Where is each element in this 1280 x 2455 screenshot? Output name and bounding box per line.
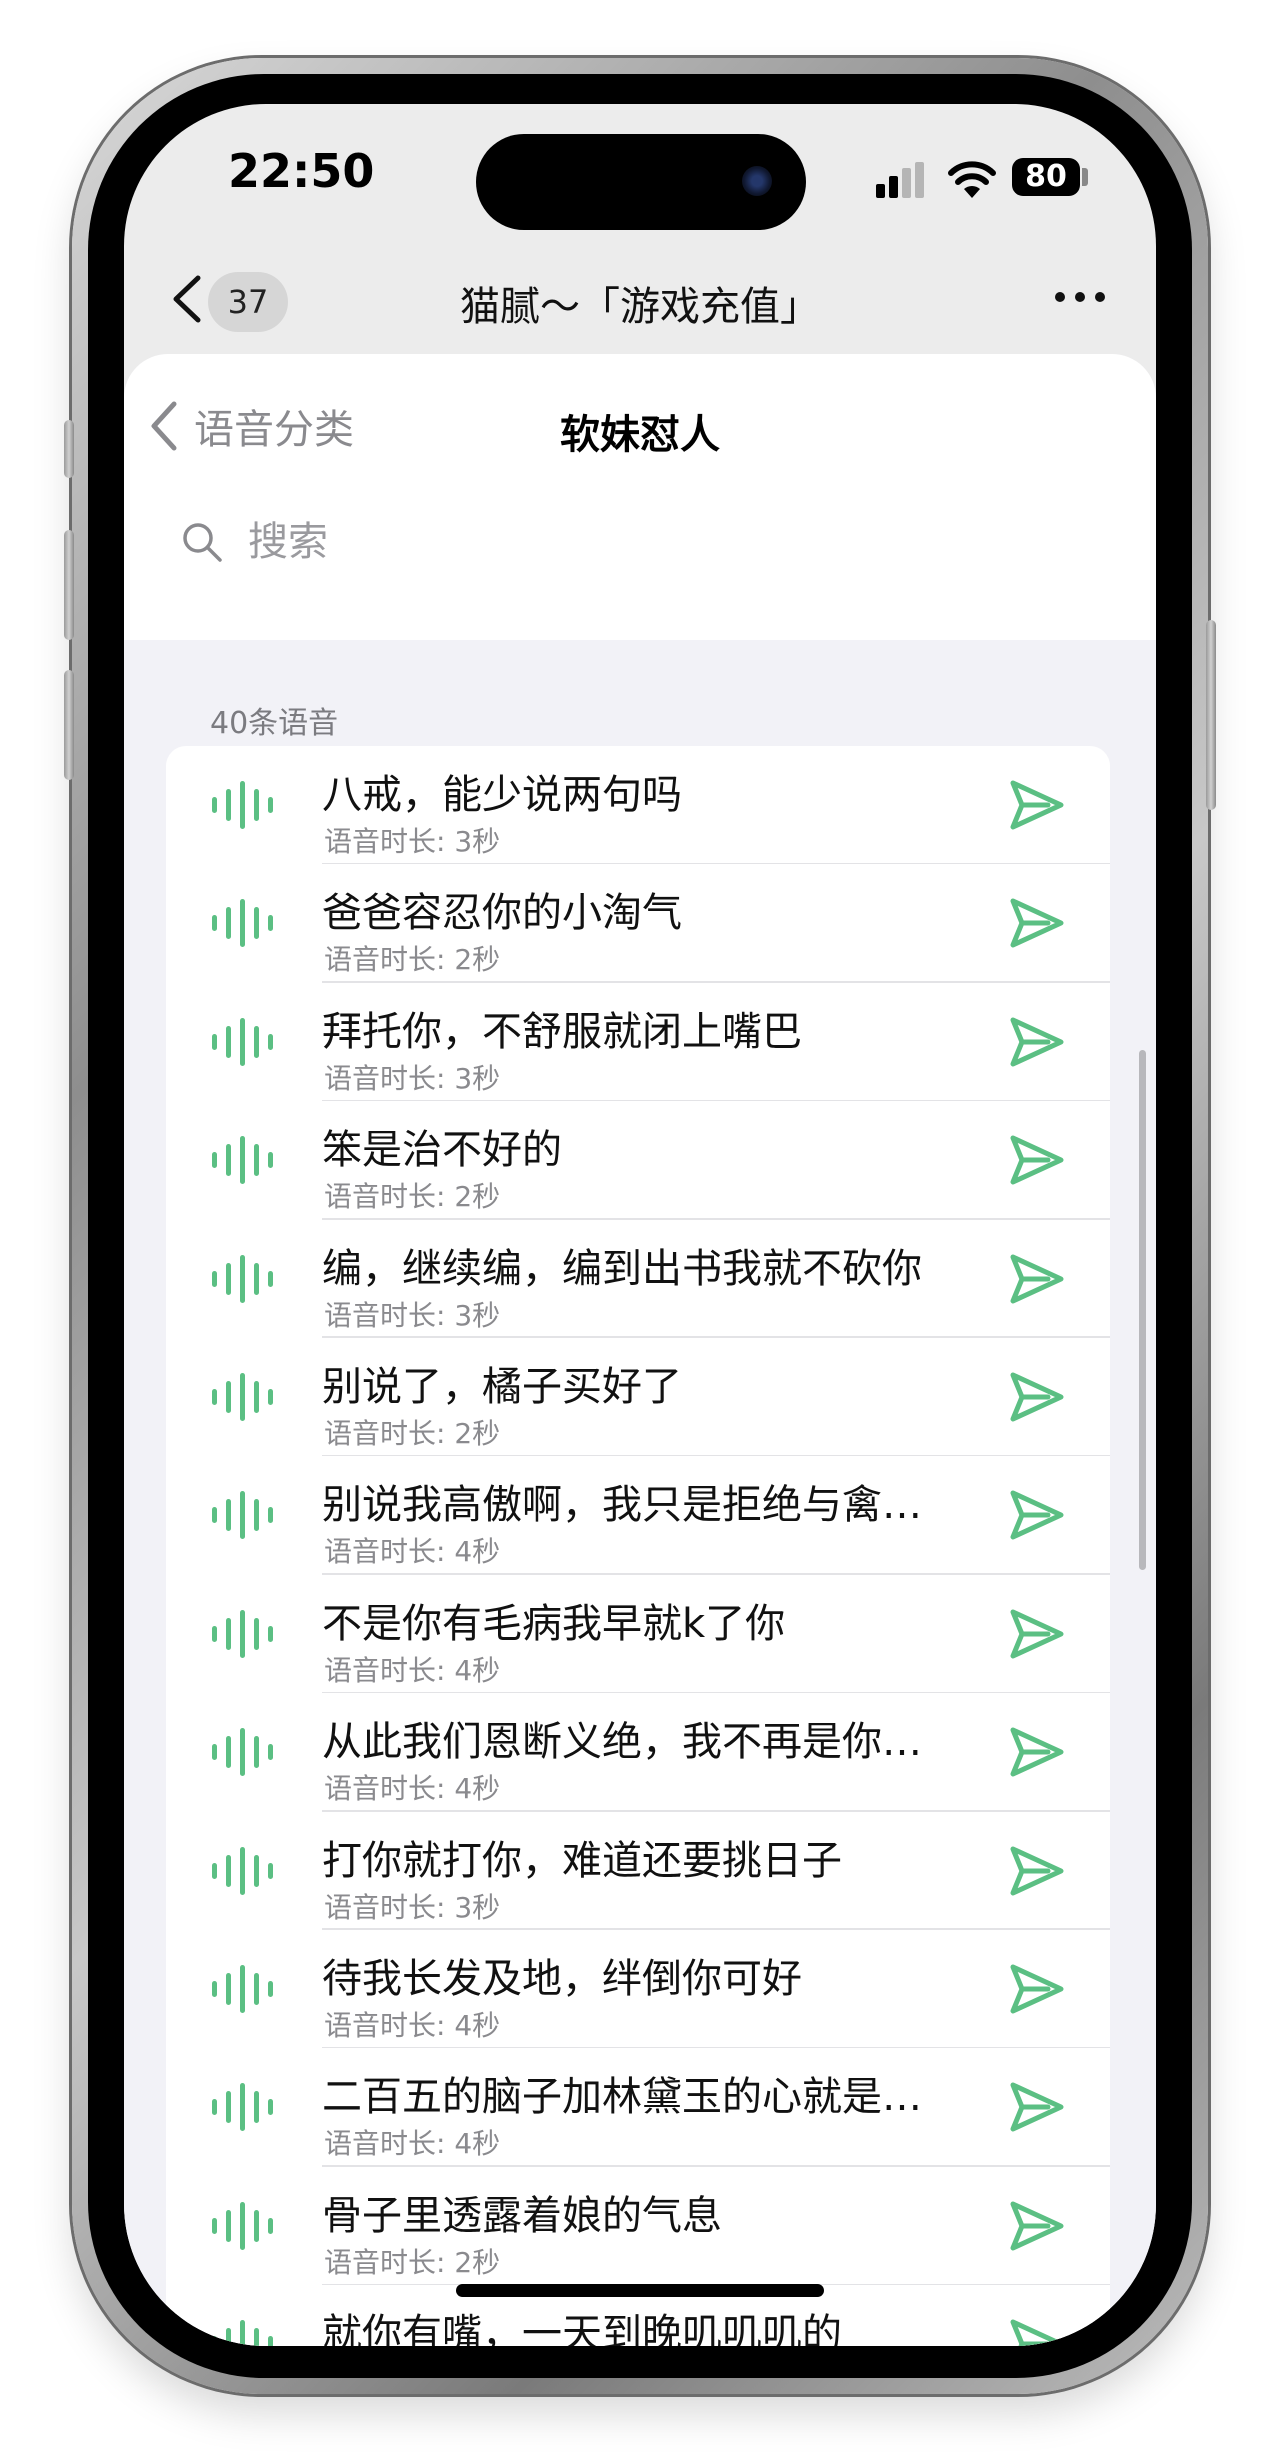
- battery-icon: 80: [1012, 158, 1080, 196]
- voice-list-item[interactable]: 八戒，能少说两句吗 语音时长: 3秒: [166, 746, 1110, 865]
- voice-duration: 语音时长: 3秒: [324, 1298, 501, 1332]
- voice-wave-icon[interactable]: [210, 1964, 274, 2014]
- sheet-header: 语音分类 软妹怼人: [124, 354, 1156, 640]
- voice-wave-icon[interactable]: [210, 1609, 274, 1659]
- voice-count-label: 40条语音: [210, 706, 339, 741]
- voice-wave-icon[interactable]: [210, 1254, 274, 1304]
- send-icon[interactable]: [1008, 2080, 1066, 2134]
- voice-duration: 语音时长: 2秒: [324, 1180, 501, 1214]
- voice-wave-icon[interactable]: [210, 2319, 274, 2346]
- voice-duration: 语音时长: 4秒: [324, 1653, 501, 1687]
- voice-list-item[interactable]: 打你就打你，难道还要挑日子 语音时长: 3秒: [166, 1812, 1110, 1930]
- send-icon[interactable]: [1008, 1252, 1066, 1306]
- power-button: [1206, 620, 1216, 810]
- send-icon[interactable]: [1008, 2199, 1066, 2253]
- send-icon[interactable]: [1008, 1133, 1066, 1187]
- voice-duration: 语音时长: 3秒: [324, 1061, 501, 1095]
- voice-title: 拜托你，不舒服就闭上嘴巴: [322, 1008, 802, 1055]
- voice-wave-icon[interactable]: [210, 1727, 274, 1777]
- wifi-icon: [948, 161, 996, 198]
- voice-list-item[interactable]: 爸爸容忍你的小淘气 语音时长: 2秒: [166, 864, 1110, 983]
- send-icon[interactable]: [1008, 896, 1066, 950]
- cellular-signal-icon: [876, 162, 928, 198]
- voice-duration: 语音时长: 4秒: [324, 2127, 501, 2161]
- voice-list-item[interactable]: 二百五的脑子加林黛玉的心就是… 语音时长: 4秒: [166, 2048, 1110, 2167]
- send-icon[interactable]: [1008, 2317, 1066, 2346]
- voice-list-item[interactable]: 别说了，橘子买好了 语音时长: 2秒: [166, 1338, 1110, 1457]
- voice-wave-icon[interactable]: [210, 898, 274, 948]
- voice-list-item[interactable]: 待我长发及地，绊倒你可好 语音时长: 4秒: [166, 1930, 1110, 2049]
- send-icon[interactable]: [1008, 1015, 1066, 1069]
- voice-sheet: 语音分类 软妹怼人 40条语音 八戒，能少说两句吗 语音时长: 3秒: [124, 354, 1156, 2346]
- status-bar: 22:50 80: [124, 104, 1156, 230]
- voice-duration: 语音时长: 4秒: [324, 1772, 501, 1806]
- chat-title: 猫腻～「游戏充值」: [460, 284, 820, 330]
- voice-wave-icon[interactable]: [210, 1017, 274, 1067]
- scrollbar[interactable]: [1139, 1050, 1146, 1570]
- more-icon[interactable]: [1050, 282, 1110, 312]
- voice-wave-icon[interactable]: [210, 1846, 274, 1896]
- send-icon[interactable]: [1008, 778, 1066, 832]
- sheet-title: 软妹怼人: [560, 412, 720, 458]
- voice-list-item[interactable]: 笨是治不好的 语音时长: 2秒: [166, 1101, 1110, 1220]
- voice-title: 骨子里透露着娘的气息: [322, 2192, 722, 2239]
- send-icon[interactable]: [1008, 1607, 1066, 1661]
- home-indicator[interactable]: [456, 2284, 824, 2297]
- voice-title: 别说了，橘子买好了: [322, 1363, 682, 1410]
- voice-duration: 语音时长: 4秒: [324, 1535, 501, 1569]
- voice-list-item[interactable]: 从此我们恩断义绝，我不再是你… 语音时长: 4秒: [166, 1693, 1110, 1812]
- voice-title: 从此我们恩断义绝，我不再是你…: [322, 1719, 922, 1766]
- voice-duration: 语音时长: 4秒: [324, 2008, 501, 2042]
- voice-duration: 语音时长: 2秒: [324, 2245, 501, 2279]
- send-icon[interactable]: [1008, 1488, 1066, 1542]
- voice-title: 八戒，能少说两句吗: [322, 772, 682, 818]
- voice-list-item[interactable]: 不是你有毛病我早就k了你 语音时长: 4秒: [166, 1575, 1110, 1694]
- voice-duration: 语音时长: 3秒: [324, 825, 501, 858]
- voice-title: 二百五的脑子加林黛玉的心就是…: [322, 2074, 922, 2121]
- voice-title: 笨是治不好的: [322, 1127, 562, 1174]
- voice-list: 八戒，能少说两句吗 语音时长: 3秒 爸爸容忍你的小淘气 语音时长: 2秒 拜托…: [166, 746, 1110, 2346]
- chat-nav-bar: 37 猫腻～「游戏充值」: [124, 244, 1156, 354]
- search-input[interactable]: [246, 518, 850, 566]
- send-icon[interactable]: [1008, 1725, 1066, 1779]
- voice-duration: 语音时长: 2秒: [324, 1416, 501, 1450]
- search-bar[interactable]: [180, 512, 850, 572]
- voice-wave-icon[interactable]: [210, 2201, 274, 2251]
- voice-duration: 语音时长: 3秒: [324, 1890, 501, 1924]
- send-icon[interactable]: [1008, 1370, 1066, 1424]
- voice-list-item[interactable]: 别说我高傲啊，我只是拒绝与禽… 语音时长: 4秒: [166, 1456, 1110, 1575]
- voice-duration: 语音时长: 2秒: [324, 943, 501, 977]
- voice-list-item[interactable]: 骨子里透露着娘的气息 语音时长: 2秒: [166, 2167, 1110, 2286]
- volume-down-button: [64, 670, 74, 780]
- voice-wave-icon[interactable]: [210, 1372, 274, 1422]
- action-button: [64, 420, 74, 478]
- send-icon[interactable]: [1008, 1844, 1066, 1898]
- battery-nub: [1082, 168, 1088, 186]
- search-icon: [183, 523, 222, 562]
- voice-wave-icon[interactable]: [210, 2082, 274, 2132]
- voice-title: 打你就打你，难道还要挑日子: [322, 1837, 842, 1884]
- voice-title: 爸爸容忍你的小淘气: [322, 890, 682, 937]
- phone-screen: 22:50 80 37 猫腻～「游戏充值」 语音分类 软妹怼人 搜索 40条语音…: [124, 104, 1156, 2346]
- voice-wave-icon[interactable]: [210, 1135, 274, 1185]
- voice-title: 不是你有毛病我早就k了你: [322, 1600, 786, 1647]
- voice-list-item[interactable]: 编，继续编，编到出书我就不砍你 语音时长: 3秒: [166, 1220, 1110, 1338]
- camera-icon: [742, 166, 772, 196]
- voice-title: 就你有嘴，一天到晚叽叽叽的: [322, 2311, 842, 2346]
- voice-list-item[interactable]: 拜托你，不舒服就闭上嘴巴 语音时长: 3秒: [166, 983, 1110, 1102]
- voice-wave-icon[interactable]: [210, 780, 274, 830]
- voice-title: 别说我高傲啊，我只是拒绝与禽…: [322, 1482, 922, 1529]
- voice-wave-icon[interactable]: [210, 1490, 274, 1540]
- status-time: 22:50: [228, 144, 375, 198]
- send-icon[interactable]: [1008, 1962, 1066, 2016]
- volume-up-button: [64, 530, 74, 640]
- voice-title: 编，继续编，编到出书我就不砍你: [322, 1245, 922, 1292]
- voice-title: 待我长发及地，绊倒你可好: [322, 1955, 802, 2002]
